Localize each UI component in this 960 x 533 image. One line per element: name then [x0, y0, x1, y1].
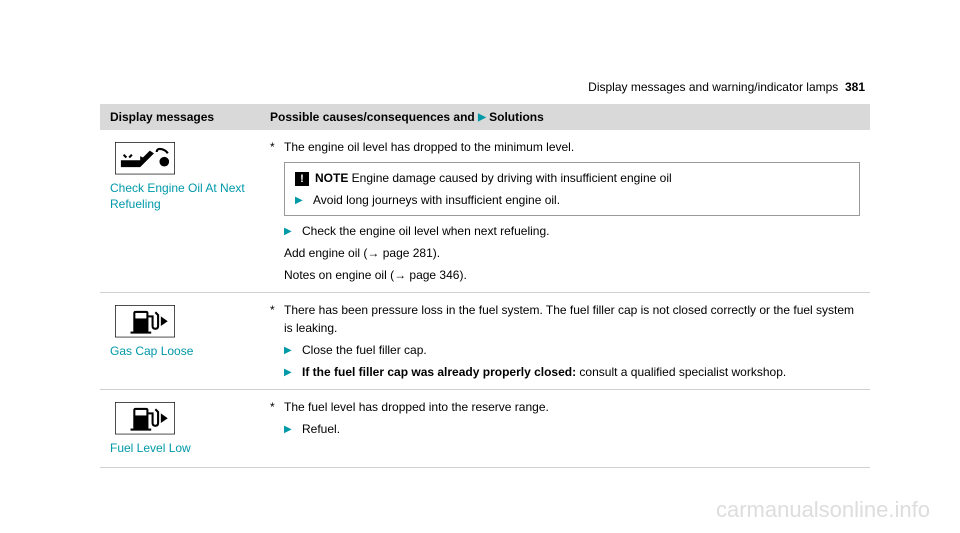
page-number: 381	[845, 80, 865, 94]
table-row: Check Engine Oil At Next Refueling * The…	[100, 130, 870, 293]
arrow-icon: ▶	[284, 222, 302, 240]
action-line: ▶ Check the engine oil level when next r…	[284, 222, 860, 240]
message-label: Check Engine Oil At Next Refueling	[110, 181, 250, 212]
table-row: Gas Cap Loose * There has been pressure …	[100, 293, 870, 390]
section-title: Display messages and warning/indicator l…	[588, 80, 838, 94]
fuel-pump-icon	[110, 301, 180, 341]
action-line: ▶ Refuel.	[284, 420, 860, 438]
note-action-text: Avoid long journeys with insufficient en…	[313, 191, 560, 209]
arrow-icon: ▶	[284, 420, 302, 438]
solution-cell: * The engine oil level has dropped to th…	[260, 130, 870, 293]
column-header-solutions: Possible causes/consequences and ▶ Solut…	[260, 104, 870, 130]
message-label: Fuel Level Low	[110, 441, 250, 457]
note-label: NOTE	[315, 171, 348, 185]
action-line: ▶ If the fuel filler cap was already pro…	[284, 363, 860, 381]
solution-cell: * The fuel level has dropped into the re…	[260, 390, 870, 468]
note-box: ! NOTE Engine damage caused by driving wi…	[284, 162, 860, 216]
extra-line: Add engine oil (→ page 281).	[270, 244, 860, 262]
cause-line: * There has been pressure loss in the fu…	[270, 301, 860, 337]
page-content: Display messages and warning/indicator l…	[0, 0, 960, 468]
message-cell: Check Engine Oil At Next Refueling	[100, 130, 260, 293]
watermark: carmanualsonline.info	[716, 497, 930, 523]
cause-line: * The engine oil level has dropped to th…	[270, 138, 860, 156]
message-cell: Fuel Level Low	[100, 390, 260, 468]
arrow-icon: ▶	[284, 341, 302, 359]
table-row: Fuel Level Low * The fuel level has drop…	[100, 390, 870, 468]
cause-line: * The fuel level has dropped into the re…	[270, 398, 860, 416]
messages-table: Display messages Possible causes/consequ…	[100, 104, 870, 468]
arrow-icon: ▶	[284, 363, 302, 381]
page-header: Display messages and warning/indicator l…	[100, 80, 870, 94]
exclamation-icon: !	[295, 172, 309, 186]
solution-cell: * There has been pressure loss in the fu…	[260, 293, 870, 390]
note-text: Engine damage caused by driving with ins…	[348, 171, 671, 185]
arrow-icon: ▶	[295, 191, 313, 209]
column-header-messages: Display messages	[100, 104, 260, 130]
oil-can-icon	[110, 138, 180, 178]
message-cell: Gas Cap Loose	[100, 293, 260, 390]
extra-line: Notes on engine oil (→ page 346).	[270, 266, 860, 284]
fuel-pump-icon	[110, 398, 180, 438]
action-line: ▶ Close the fuel filler cap.	[284, 341, 860, 359]
arrow-icon: ▶	[478, 112, 486, 123]
message-label: Gas Cap Loose	[110, 344, 250, 360]
